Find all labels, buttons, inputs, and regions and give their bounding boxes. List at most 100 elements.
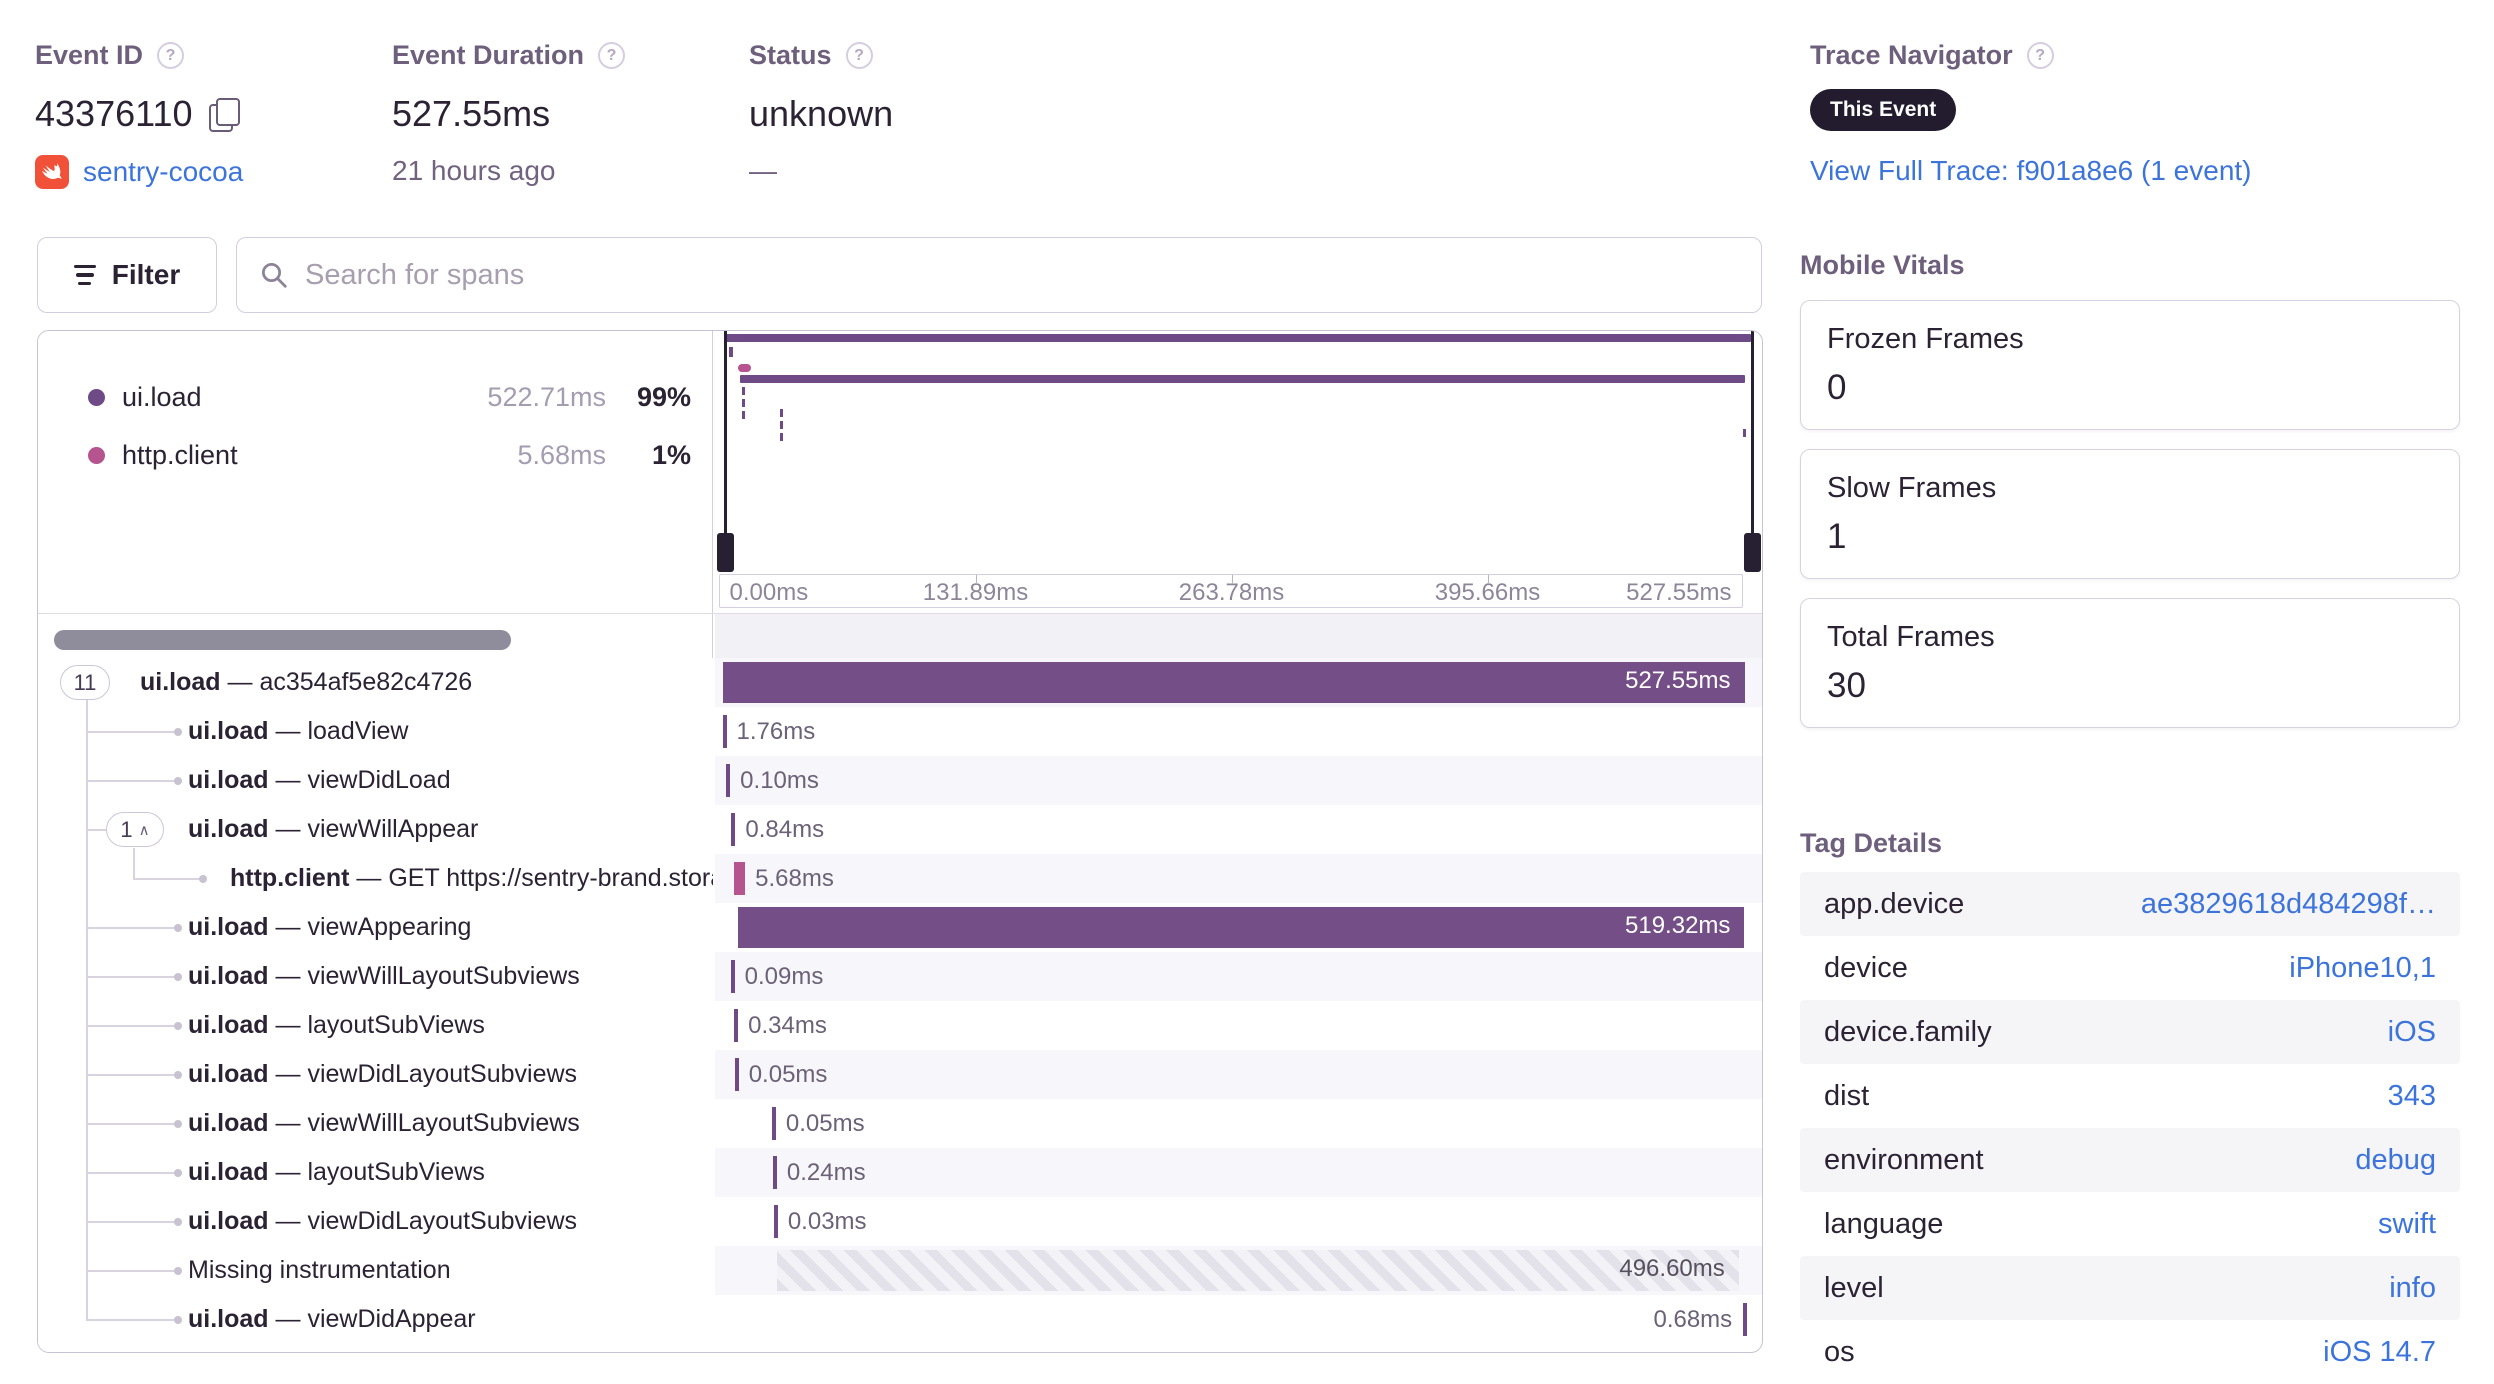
span-duration-label: 0.84ms [745, 816, 825, 843]
span-tree-row[interactable]: 11 ui.load — ac354af5e82c4726 [38, 658, 713, 707]
span-label: ui.load — loadView [188, 717, 409, 745]
tag-key: level [1824, 1271, 1884, 1304]
tag-value-link[interactable]: info [2389, 1272, 2436, 1305]
tag-key: environment [1824, 1143, 1984, 1176]
span-tree-row[interactable]: http.client — GET https://sentry-brand.s… [38, 854, 713, 903]
tag-row: os iOS 14.7 [1800, 1320, 2460, 1384]
tag-value-link[interactable]: iOS 14.7 [2323, 1336, 2436, 1369]
tree-connector [86, 780, 178, 782]
tag-value-link[interactable]: swift [2378, 1208, 2436, 1241]
span-bar-row[interactable]: 0.24ms [714, 1148, 1762, 1197]
span-bar-row[interactable]: 0.68ms [715, 1295, 1763, 1344]
viewport-left-handle[interactable] [716, 533, 734, 572]
filter-button-label: Filter [111, 259, 181, 290]
span-tree-row[interactable]: ui.load — viewWillLayoutSubviews [38, 1099, 713, 1148]
span-tree-row[interactable]: ui.load — viewAppearing [38, 903, 713, 952]
this-event-badge: This Event [1810, 89, 1957, 131]
span-bars-column: 0.00ms 131.89ms 263.78ms 395.66ms 527.55ms 5… [714, 331, 1763, 1352]
span-search[interactable] [236, 237, 1762, 313]
swift-icon [35, 155, 69, 189]
tag-value-link[interactable]: iOS [2388, 1016, 2436, 1049]
help-icon[interactable]: ? [157, 42, 185, 69]
span-label: ui.load — viewWillAppear [188, 815, 479, 843]
tree-connector-dot [174, 728, 182, 736]
span-bar-row[interactable]: 0.10ms [714, 756, 1762, 805]
horizontal-scrollbar[interactable] [54, 630, 511, 650]
span-bar-row[interactable]: 5.68ms [714, 854, 1762, 903]
span-tree-row[interactable]: ui.load — layoutSubViews [38, 1148, 713, 1197]
help-icon[interactable]: ? [845, 42, 873, 69]
tag-key: os [1824, 1335, 1855, 1368]
tag-value-link[interactable]: debug [2355, 1144, 2436, 1177]
tree-connector [86, 829, 106, 831]
trace-waterfall-panel: ui.load 522.71ms 99% http.client 5.68ms … [37, 330, 1763, 1353]
span-label: ui.load — viewDidLoad [188, 766, 451, 794]
span-bar-row[interactable]: 1.76ms [715, 707, 1763, 756]
filter-button[interactable]: Filter [37, 237, 217, 313]
vital-label: Frozen Frames [1827, 323, 2024, 355]
span-label: ui.load — viewWillLayoutSubviews [188, 962, 580, 990]
legend-dot [88, 389, 105, 406]
span-duration-bar [734, 862, 746, 895]
span-tree-row[interactable]: ui.load — layoutSubViews [38, 1001, 713, 1050]
span-bar-row[interactable]: 0.84ms [715, 805, 1763, 854]
tag-row: device iPhone10,1 [1800, 936, 2460, 1000]
project-link[interactable]: sentry-cocoa [83, 156, 243, 188]
span-bar-row[interactable]: 496.60ms [714, 1246, 1762, 1295]
span-bar-row[interactable]: 527.55ms [714, 658, 1762, 707]
vital-card-total-frames: Total Frames 30 [1800, 598, 2460, 728]
span-tree-row[interactable]: Missing instrumentation [38, 1246, 713, 1295]
span-bar-row[interactable]: 0.05ms [714, 1050, 1762, 1099]
status-label: Status [749, 40, 832, 70]
span-bar-row[interactable]: 0.09ms [714, 952, 1762, 1001]
search-icon [262, 263, 287, 288]
span-duration-label: 0.05ms [748, 1061, 828, 1088]
span-duration-bar [772, 1156, 777, 1189]
tag-value-link[interactable]: ae3829618d484298f… [2141, 888, 2436, 921]
legend-percent: 1% [651, 440, 691, 470]
span-children-badge[interactable]: 1 ∧ [106, 812, 164, 847]
search-input[interactable] [305, 258, 1739, 292]
span-tree-row[interactable]: 1 ∧ ui.load — viewWillAppear [38, 805, 713, 854]
tree-connector-dot [174, 1267, 182, 1275]
tag-row: device.family iOS [1800, 1000, 2460, 1064]
tree-connector [86, 1172, 178, 1174]
span-duration-label: 0.10ms [740, 767, 819, 794]
tag-value-link[interactable]: iPhone10,1 [2289, 952, 2436, 985]
tree-connector [86, 1319, 178, 1321]
span-tree-row[interactable]: ui.load — viewWillLayoutSubviews [38, 952, 713, 1001]
copy-icon[interactable] [208, 98, 240, 132]
span-tree-row[interactable]: ui.load — viewDidLayoutSubviews [38, 1050, 713, 1099]
span-label: ui.load — layoutSubViews [188, 1011, 485, 1039]
tree-connector-dot [174, 973, 182, 981]
span-bar-row[interactable]: 0.03ms [715, 1197, 1763, 1246]
span-tree-row[interactable]: ui.load — viewDidLoad [38, 756, 713, 805]
axis-tick-mark [1231, 575, 1233, 584]
span-tree-row[interactable]: ui.load — loadView [38, 707, 713, 756]
span-children-badge[interactable]: 11 [60, 665, 110, 700]
event-id-value: 43376110 [35, 93, 193, 134]
span-duration-bar [773, 1205, 778, 1238]
mobile-vitals-title: Mobile Vitals [1800, 250, 1965, 280]
legend-item-http.client: http.client 5.68ms 1% [38, 437, 713, 477]
span-bar-row[interactable]: 0.05ms [715, 1099, 1763, 1148]
legend-op: ui.load [122, 382, 202, 412]
help-icon[interactable]: ? [2026, 42, 2054, 69]
tag-key: dist [1824, 1079, 1870, 1112]
tag-value-link[interactable]: 343 [2388, 1080, 2436, 1113]
span-tree-row[interactable]: ui.load — viewDidLayoutSubviews [38, 1197, 713, 1246]
view-full-trace-link[interactable]: View Full Trace: f901a8e6 (1 event) [1810, 155, 2252, 186]
span-duration-bar [722, 715, 727, 748]
status-sub: — [749, 155, 777, 186]
span-bar-row[interactable]: 0.34ms [715, 1001, 1763, 1050]
viewport-right-handle[interactable] [1743, 533, 1761, 572]
span-duration-label: 527.55ms [1625, 667, 1731, 694]
span-tree-row[interactable]: ui.load — viewDidAppear [38, 1295, 713, 1344]
tree-connector-dot [174, 1120, 182, 1128]
span-bar-row[interactable]: 519.32ms [715, 903, 1763, 952]
legend-duration: 522.71ms [487, 382, 606, 412]
span-duration-bar [730, 960, 735, 993]
vital-label: Slow Frames [1827, 472, 1997, 504]
span-label: Missing instrumentation [188, 1256, 451, 1284]
help-icon[interactable]: ? [598, 42, 626, 69]
